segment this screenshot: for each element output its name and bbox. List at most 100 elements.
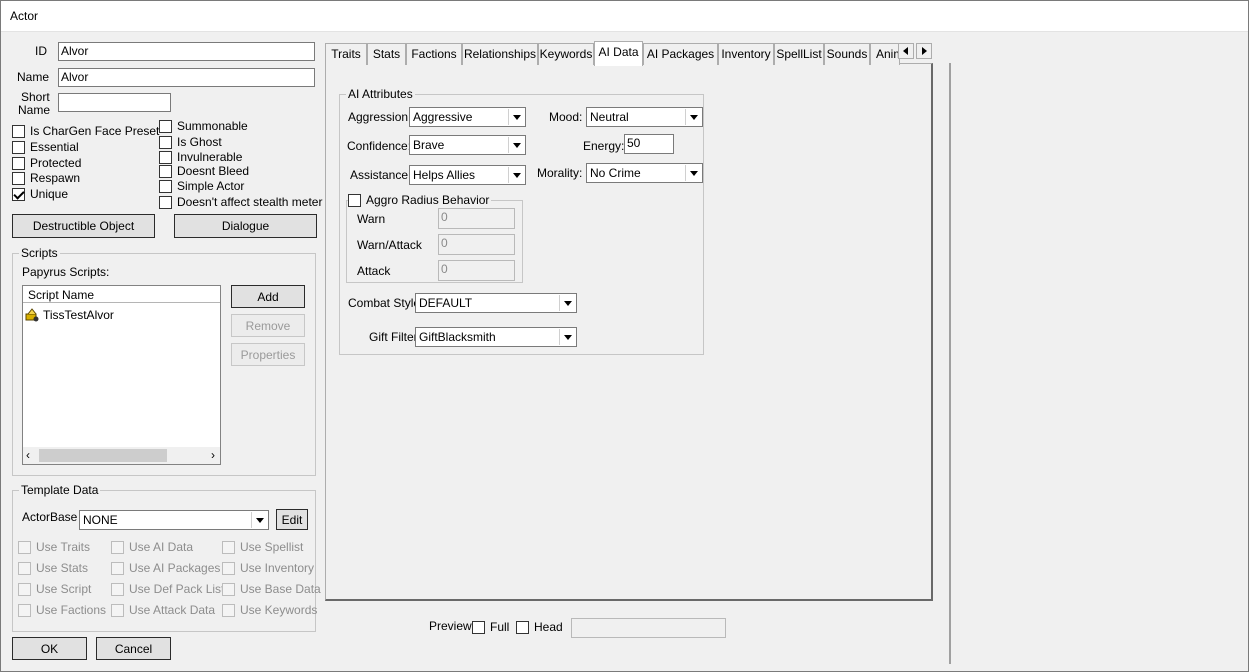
tab-sounds[interactable]: Sounds	[824, 43, 870, 65]
preview-field[interactable]	[571, 618, 726, 638]
flag-simple-actor[interactable]: Simple Actor	[159, 179, 244, 193]
cancel-button[interactable]: Cancel	[96, 637, 171, 660]
preview-pane[interactable]	[951, 63, 1245, 664]
checkbox[interactable]	[159, 195, 172, 209]
flag-doesnt-bleed[interactable]: Doesnt Bleed	[159, 164, 249, 178]
checkbox[interactable]	[18, 603, 31, 617]
tab-ai-packages[interactable]: AI Packages	[643, 43, 718, 65]
tab-scroll-right[interactable]	[916, 43, 932, 59]
checkbox[interactable]	[18, 561, 31, 575]
add-script-button[interactable]: Add	[231, 285, 305, 308]
flag-unique[interactable]: Unique	[12, 187, 68, 201]
tab-ai-data[interactable]: AI Data	[594, 41, 643, 66]
chevron-down-icon[interactable]	[685, 165, 701, 181]
list-header[interactable]: Script Name	[23, 286, 220, 303]
tab-inventory[interactable]: Inventory	[718, 43, 774, 65]
tab-traits[interactable]: Traits	[325, 43, 367, 65]
dialogue-button[interactable]: Dialogue	[174, 214, 317, 238]
use-ai-data[interactable]: Use AI Data	[111, 540, 193, 554]
gift-filter-select[interactable]: GiftBlacksmith	[415, 327, 577, 347]
remove-script-button[interactable]: Remove	[231, 314, 305, 337]
name-field[interactable]: Alvor	[58, 68, 315, 87]
chevron-down-icon[interactable]	[559, 329, 575, 345]
use-stats[interactable]: Use Stats	[18, 561, 88, 575]
use-keywords[interactable]: Use Keywords	[222, 603, 317, 617]
scroll-left-icon[interactable]: ‹	[26, 448, 30, 462]
checkbox[interactable]	[516, 620, 529, 634]
warn-field[interactable]: 0	[438, 208, 515, 229]
attack-field[interactable]: 0	[438, 260, 515, 281]
aggression-select[interactable]: Aggressive	[409, 107, 526, 127]
flag-invulnerable[interactable]: Invulnerable	[159, 150, 242, 164]
flag-is-ghost[interactable]: Is Ghost	[159, 135, 222, 149]
morality-select[interactable]: No Crime	[586, 163, 703, 183]
use-ai-packages[interactable]: Use AI Packages	[111, 561, 220, 575]
flag-chargen-preset[interactable]: Is CharGen Face Preset	[12, 124, 159, 138]
short-name-field[interactable]	[58, 93, 171, 112]
aggro-radius-behavior[interactable]: Aggro Radius Behavior	[348, 193, 492, 207]
use-script[interactable]: Use Script	[18, 582, 91, 596]
properties-button[interactable]: Properties	[231, 343, 305, 366]
use-def-pack-list[interactable]: Use Def Pack List	[111, 582, 224, 596]
use-spellist[interactable]: Use Spellist	[222, 540, 303, 554]
combat-style-select[interactable]: DEFAULT	[415, 293, 577, 313]
checkbox[interactable]	[222, 540, 235, 554]
preview-full[interactable]: Full	[472, 620, 509, 634]
tab-keywords[interactable]: Keywords	[538, 43, 594, 65]
chevron-down-icon[interactable]	[251, 512, 267, 528]
destructible-object-button[interactable]: Destructible Object	[12, 214, 155, 238]
tab-factions[interactable]: Factions	[406, 43, 462, 65]
checkbox[interactable]	[222, 603, 235, 617]
scroll-right-icon[interactable]: ›	[211, 448, 215, 462]
checkbox[interactable]	[111, 540, 124, 554]
chevron-down-icon[interactable]	[508, 109, 524, 125]
actorbase-select[interactable]: NONE	[79, 510, 269, 530]
checkbox[interactable]	[222, 582, 235, 596]
checkbox[interactable]	[18, 582, 31, 596]
checkbox[interactable]	[159, 164, 172, 178]
id-field[interactable]: Alvor	[58, 42, 315, 61]
edit-actorbase-button[interactable]: Edit	[276, 509, 308, 530]
scripts-list[interactable]: Script Name TissTestAlvor ‹ ›	[22, 285, 221, 465]
checkbox[interactable]	[222, 561, 235, 575]
tab-scroll-left[interactable]	[898, 43, 914, 59]
horizontal-scrollbar[interactable]: ‹ ›	[23, 447, 220, 464]
chevron-down-icon[interactable]	[508, 167, 524, 183]
chevron-down-icon[interactable]	[559, 295, 575, 311]
chevron-down-icon[interactable]	[508, 137, 524, 153]
list-item[interactable]: TissTestAlvor	[25, 308, 114, 322]
chevron-down-icon[interactable]	[685, 109, 701, 125]
use-attack-data[interactable]: Use Attack Data	[111, 603, 215, 617]
tab-relationships[interactable]: Relationships	[462, 43, 538, 65]
use-base-data[interactable]: Use Base Data	[222, 582, 321, 596]
flag-stealth-meter[interactable]: Doesn't affect stealth meter	[159, 195, 322, 209]
assistance-select[interactable]: Helps Allies	[409, 165, 526, 185]
use-factions[interactable]: Use Factions	[18, 603, 106, 617]
tab-anim[interactable]: Anim	[870, 43, 900, 65]
scrollbar-thumb[interactable]	[39, 449, 167, 462]
tab-spelllist[interactable]: SpellList	[774, 43, 824, 65]
checkbox[interactable]	[12, 124, 25, 138]
preview-head[interactable]: Head	[516, 620, 563, 634]
checkbox[interactable]	[12, 156, 25, 170]
checkbox[interactable]	[159, 119, 172, 133]
checkbox-checked[interactable]	[12, 187, 25, 201]
checkbox[interactable]	[12, 171, 25, 185]
warn-attack-field[interactable]: 0	[438, 234, 515, 255]
tab-stats[interactable]: Stats	[367, 43, 406, 65]
checkbox[interactable]	[159, 150, 172, 164]
checkbox[interactable]	[111, 582, 124, 596]
confidence-select[interactable]: Brave	[409, 135, 526, 155]
flag-summonable[interactable]: Summonable	[159, 119, 248, 133]
checkbox[interactable]	[111, 561, 124, 575]
mood-select[interactable]: Neutral	[586, 107, 703, 127]
flag-protected[interactable]: Protected	[12, 156, 81, 170]
checkbox[interactable]	[12, 140, 25, 154]
checkbox[interactable]	[348, 193, 361, 207]
energy-field[interactable]: 50	[624, 134, 674, 154]
checkbox[interactable]	[18, 540, 31, 554]
checkbox[interactable]	[111, 603, 124, 617]
checkbox[interactable]	[472, 620, 485, 634]
use-inventory[interactable]: Use Inventory	[222, 561, 314, 575]
ok-button[interactable]: OK	[12, 637, 87, 660]
